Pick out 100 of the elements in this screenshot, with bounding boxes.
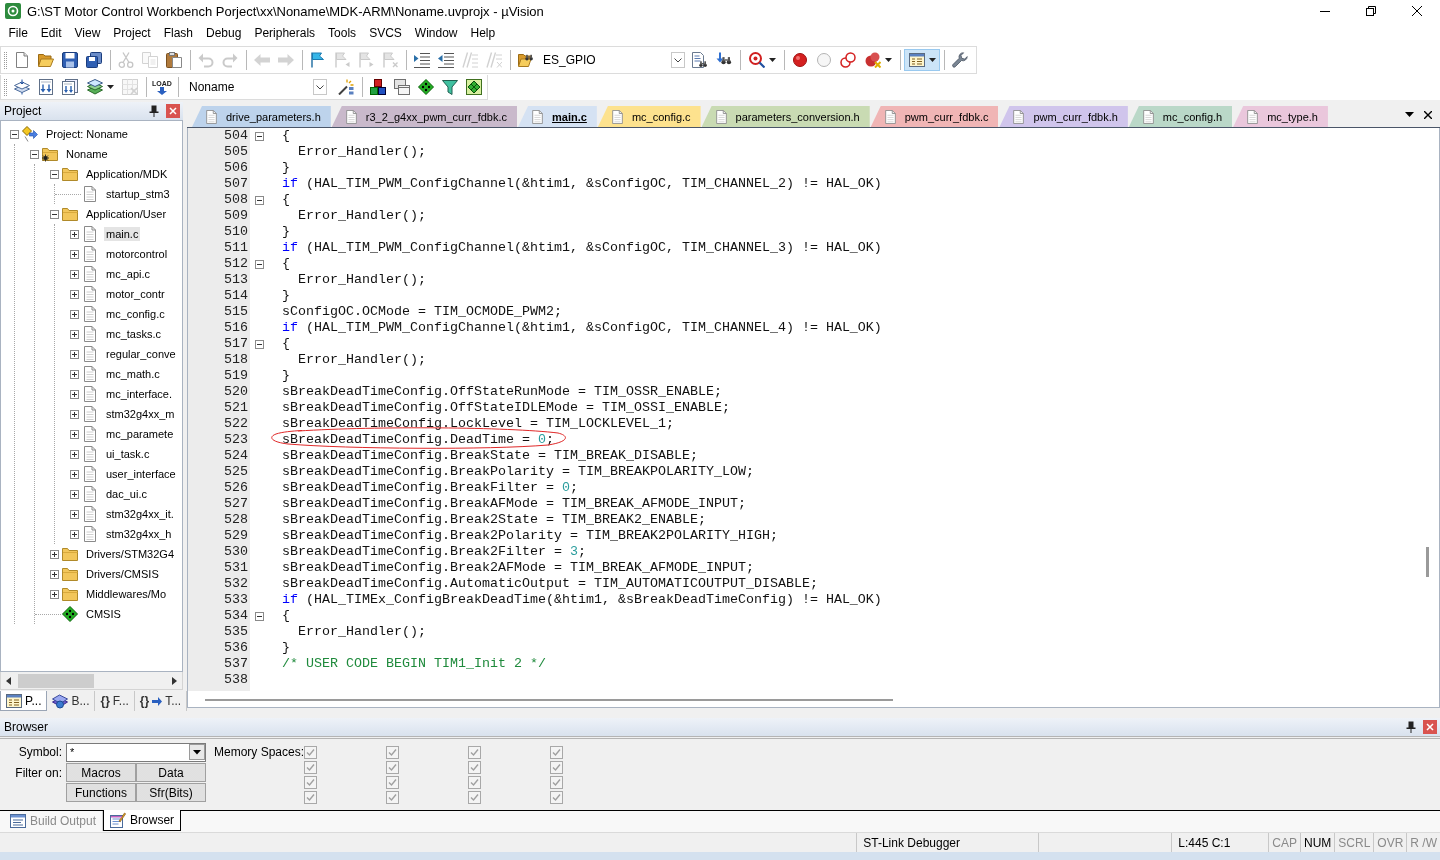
expand-icon[interactable] xyxy=(69,449,79,459)
menu-item[interactable]: Project xyxy=(106,24,158,42)
menu-item[interactable]: Peripherals xyxy=(247,24,322,42)
expand-icon[interactable] xyxy=(69,409,79,419)
tree-item[interactable]: motor_contr xyxy=(104,287,167,301)
editor-tab[interactable]: parameters_conversion.h xyxy=(701,106,870,127)
scrollbar-thumb[interactable] xyxy=(205,699,893,701)
expand-icon[interactable] xyxy=(69,269,79,279)
collapse-icon[interactable] xyxy=(254,339,264,349)
menu-item[interactable]: SVCS xyxy=(362,24,409,42)
expand-icon[interactable] xyxy=(69,489,79,499)
symbol-combo[interactable]: * xyxy=(66,742,206,762)
panel-tab[interactable]: Browser xyxy=(103,810,182,831)
tree-item[interactable]: Application/MDK xyxy=(84,167,170,181)
menu-item[interactable]: Tools xyxy=(321,24,363,42)
close-tab-button[interactable] xyxy=(1424,110,1432,119)
expand-icon[interactable] xyxy=(69,529,79,539)
tree-item[interactable]: mc_interface. xyxy=(104,387,175,401)
tree-item[interactable]: Project: Noname xyxy=(44,127,130,141)
collapse-icon[interactable] xyxy=(9,129,19,139)
editor-tab[interactable]: main.c xyxy=(518,106,597,127)
tree-item[interactable]: mc_api.c xyxy=(104,267,153,281)
chevron-down-icon[interactable] xyxy=(671,52,685,69)
tree-item[interactable]: mc_tasks.c xyxy=(104,327,163,341)
editor-tab[interactable]: mc_config.c xyxy=(597,106,701,127)
collapse-icon[interactable] xyxy=(254,611,264,621)
expand-icon[interactable] xyxy=(69,289,79,299)
collapse-icon[interactable] xyxy=(49,209,59,219)
tree-item[interactable]: dac_ui.c xyxy=(104,487,149,501)
toolbar-grip[interactable] xyxy=(4,51,7,69)
panel-tab[interactable]: {} F... xyxy=(95,691,135,711)
expand-icon[interactable] xyxy=(69,349,79,359)
menu-item[interactable]: File xyxy=(2,24,35,42)
tree-item[interactable]: CMSIS xyxy=(84,607,123,621)
editor-tab[interactable]: mc_config.h xyxy=(1128,106,1233,127)
filter-button[interactable]: Data xyxy=(136,763,206,782)
menu-item[interactable]: Flash xyxy=(157,24,200,42)
clipboard-icon xyxy=(166,52,182,69)
expand-icon[interactable] xyxy=(69,309,79,319)
filter-button[interactable]: Macros xyxy=(66,763,136,782)
expand-icon[interactable] xyxy=(49,549,59,559)
pin-icon[interactable] xyxy=(149,105,159,117)
expand-icon[interactable] xyxy=(49,589,59,599)
expand-icon[interactable] xyxy=(69,389,79,399)
menu-item[interactable]: Window xyxy=(408,24,464,42)
tree-item[interactable]: Application/User xyxy=(84,207,169,221)
filter-button[interactable]: Sfr(Bits) xyxy=(136,783,206,802)
menu-item[interactable]: Debug xyxy=(199,24,248,42)
code-line: if (HAL_TIM_PWM_ConfigChannel(&htim1, &sConfigOC, TIM_CHANNEL_3) != HAL_OK) xyxy=(282,240,882,256)
tree-item[interactable]: stm32g4xx_h xyxy=(104,527,174,541)
filter-button[interactable]: Functions xyxy=(66,783,136,802)
editor-tab[interactable]: pwm_curr_fdbk.h xyxy=(999,106,1128,127)
tree-item[interactable]: Middlewares/Mo xyxy=(84,587,169,601)
expand-icon[interactable] xyxy=(49,569,59,579)
panel-tab[interactable]: B... xyxy=(47,691,96,711)
menu-item[interactable]: Help xyxy=(464,24,502,42)
expand-icon[interactable] xyxy=(69,429,79,439)
tree-item[interactable]: Drivers/CMSIS xyxy=(84,567,161,581)
tree-item[interactable]: stm32g4xx_m xyxy=(104,407,177,421)
toolbar-grip[interactable] xyxy=(4,78,7,96)
menu-item[interactable]: Edit xyxy=(34,24,69,42)
collapse-icon[interactable] xyxy=(49,169,59,179)
pin-icon[interactable] xyxy=(1406,721,1416,733)
tree-item[interactable]: motorcontrol xyxy=(104,247,170,261)
panel-tab[interactable]: P... xyxy=(0,691,48,711)
tree-item[interactable]: regular_conve xyxy=(104,347,178,361)
expand-icon[interactable] xyxy=(69,369,79,379)
expand-icon[interactable] xyxy=(69,509,79,519)
editor-tab[interactable]: pwm_curr_fdbk.c xyxy=(870,106,999,127)
expand-icon[interactable] xyxy=(69,469,79,479)
close-icon[interactable] xyxy=(1423,720,1437,734)
chevron-down-icon[interactable] xyxy=(313,79,327,96)
tree-item[interactable]: mc_config.c xyxy=(104,307,167,321)
editor-tab[interactable]: drive_parameters.h xyxy=(192,106,331,127)
scrollbar-thumb[interactable] xyxy=(1426,547,1429,577)
collapse-icon[interactable] xyxy=(254,195,264,205)
editor-tab[interactable]: mc_type.h xyxy=(1233,106,1328,127)
expand-icon[interactable] xyxy=(69,249,79,259)
horizontal-scrollbar[interactable] xyxy=(0,672,183,690)
tree-item[interactable]: mc_math.c xyxy=(104,367,162,381)
tree-item[interactable]: stm32g4xx_it. xyxy=(104,507,176,521)
tree-item[interactable]: mc_paramete xyxy=(104,427,176,441)
scrollbar-thumb[interactable] xyxy=(18,673,94,688)
collapse-icon[interactable] xyxy=(254,259,264,269)
menu-item[interactable]: View xyxy=(68,24,107,42)
code-line: /* USER CODE BEGIN TIM1_Init 2 */ xyxy=(282,656,546,672)
tree-item[interactable]: Noname xyxy=(64,147,110,161)
expand-icon[interactable] xyxy=(69,329,79,339)
tree-item[interactable]: ui_task.c xyxy=(104,447,152,461)
folder-icon xyxy=(62,206,78,222)
close-icon[interactable] xyxy=(166,104,180,118)
collapse-icon[interactable] xyxy=(254,131,264,141)
collapse-icon[interactable] xyxy=(29,149,39,159)
tree-item[interactable]: user_interface xyxy=(104,467,178,481)
tree-item[interactable]: Drivers/STM32G4 xyxy=(84,547,177,561)
editor-tab[interactable]: r3_2_g4xx_pwm_curr_fdbk.c xyxy=(331,106,518,127)
expand-icon[interactable] xyxy=(69,229,79,239)
tree-item[interactable]: startup_stm3 xyxy=(104,187,172,201)
tree-item[interactable]: main.c xyxy=(104,227,141,241)
tab-list-button[interactable] xyxy=(1405,112,1414,117)
